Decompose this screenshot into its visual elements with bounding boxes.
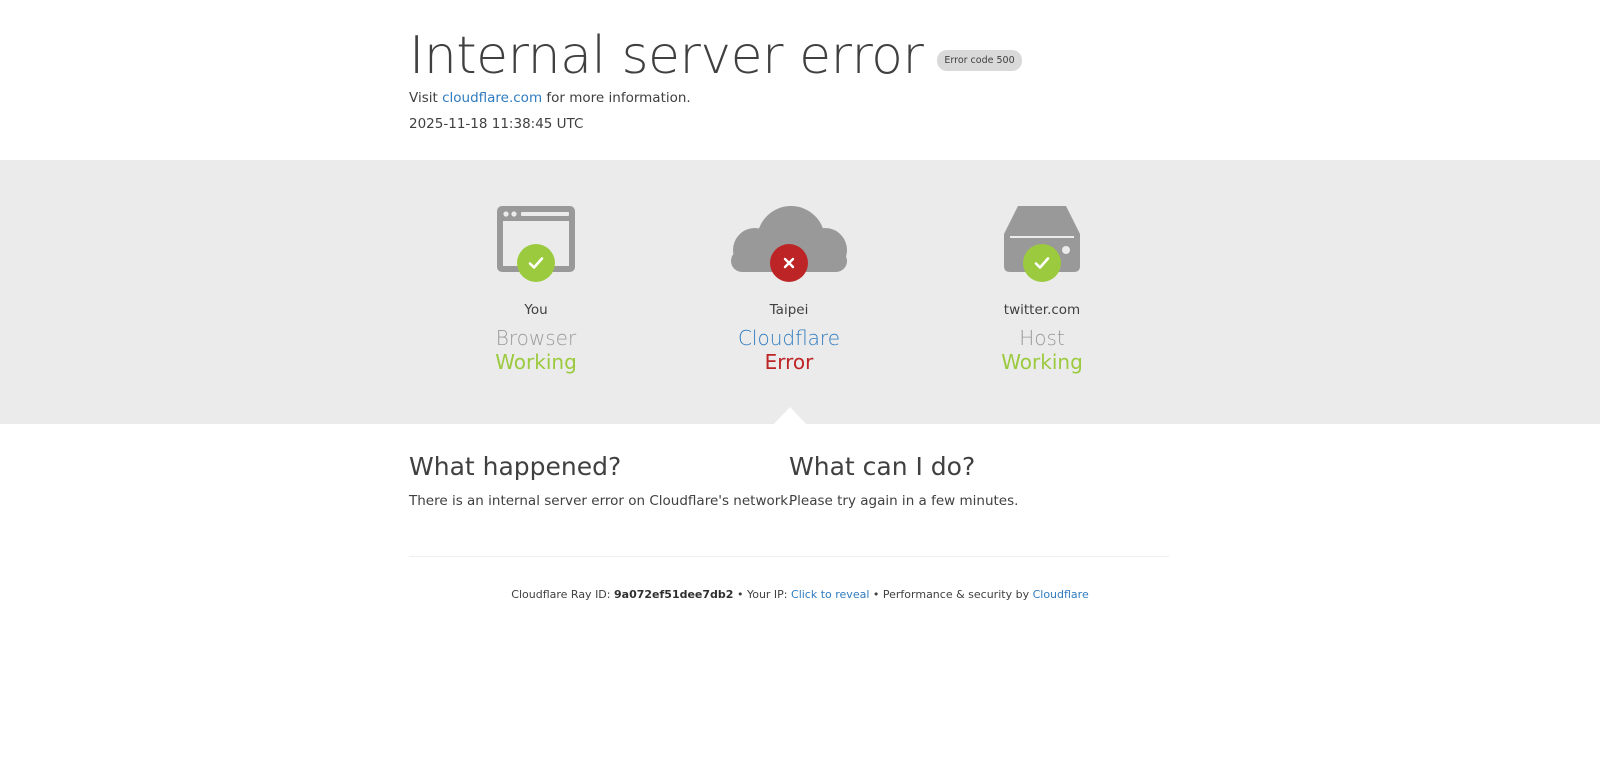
reveal-ip-button[interactable]: Click to reveal [791, 588, 869, 601]
host-location: twitter.com [1003, 302, 1081, 318]
cloudflare-state: Error [764, 350, 814, 374]
browser-location: You [524, 302, 548, 318]
status-band: You Browser Working Taipei Cloudflare Er… [0, 160, 1600, 424]
what-happened-text: There is an internal server error on Clo… [409, 493, 793, 509]
performance-label: Performance & security by [882, 588, 1030, 601]
what-happened-title: What happened? [409, 452, 622, 481]
cloudflare-link[interactable]: cloudflare.com [442, 90, 542, 106]
check-badge [517, 244, 555, 282]
page-title: Internal server error [409, 26, 924, 86]
separator: • [736, 588, 744, 601]
what-happened-section: What happened? There is an internal serv… [409, 452, 793, 509]
error-badge [770, 244, 808, 282]
title-row: Internal server error Error code 500 [409, 26, 1022, 86]
browser-icon-wrap [426, 204, 646, 286]
cloud-icon-wrap [679, 204, 899, 286]
host-role: Host [1019, 326, 1065, 350]
visit-prefix: Visit [409, 90, 438, 106]
check-icon [528, 257, 544, 269]
what-can-i-do-title: What can I do? [789, 452, 976, 481]
host-state: Working [1001, 350, 1083, 374]
separator: • [872, 588, 880, 601]
footer: Cloudflare Ray ID: 9a072ef51dee7db2 • Yo… [0, 588, 1600, 601]
ray-id: 9a072ef51dee7db2 [614, 588, 734, 601]
status-pointer [774, 407, 806, 424]
check-badge [1023, 244, 1061, 282]
close-icon [783, 257, 795, 269]
cloudflare-footer-link[interactable]: Cloudflare [1033, 588, 1089, 601]
status-node-browser: You Browser Working [426, 204, 646, 374]
visit-suffix: for more information. [546, 90, 691, 106]
status-node-cloudflare: Taipei Cloudflare Error [679, 204, 899, 374]
ip-label: Your IP: [746, 588, 788, 601]
visit-line: Visit cloudflare.com for more informatio… [409, 90, 691, 106]
what-can-i-do-text: Please try again in a few minutes. [789, 493, 1019, 509]
browser-role: Browser [495, 326, 577, 350]
ray-label: Cloudflare Ray ID: [511, 588, 611, 601]
timestamp: 2025-11-18 11:38:45 UTC [409, 116, 584, 132]
status-node-host: twitter.com Host Working [932, 204, 1152, 374]
cloudflare-location: Taipei [769, 302, 809, 318]
page-header: Internal server error Error code 500 Vis… [0, 0, 1600, 160]
what-can-i-do-section: What can I do? Please try again in a few… [789, 452, 1149, 509]
browser-state: Working [495, 350, 577, 374]
error-code-badge: Error code 500 [937, 50, 1022, 72]
info-section: What happened? There is an internal serv… [0, 424, 1600, 558]
footer-divider [409, 556, 1169, 557]
server-icon-wrap [932, 204, 1152, 286]
check-icon [1034, 257, 1050, 269]
cloudflare-role-link[interactable]: Cloudflare [679, 326, 899, 350]
